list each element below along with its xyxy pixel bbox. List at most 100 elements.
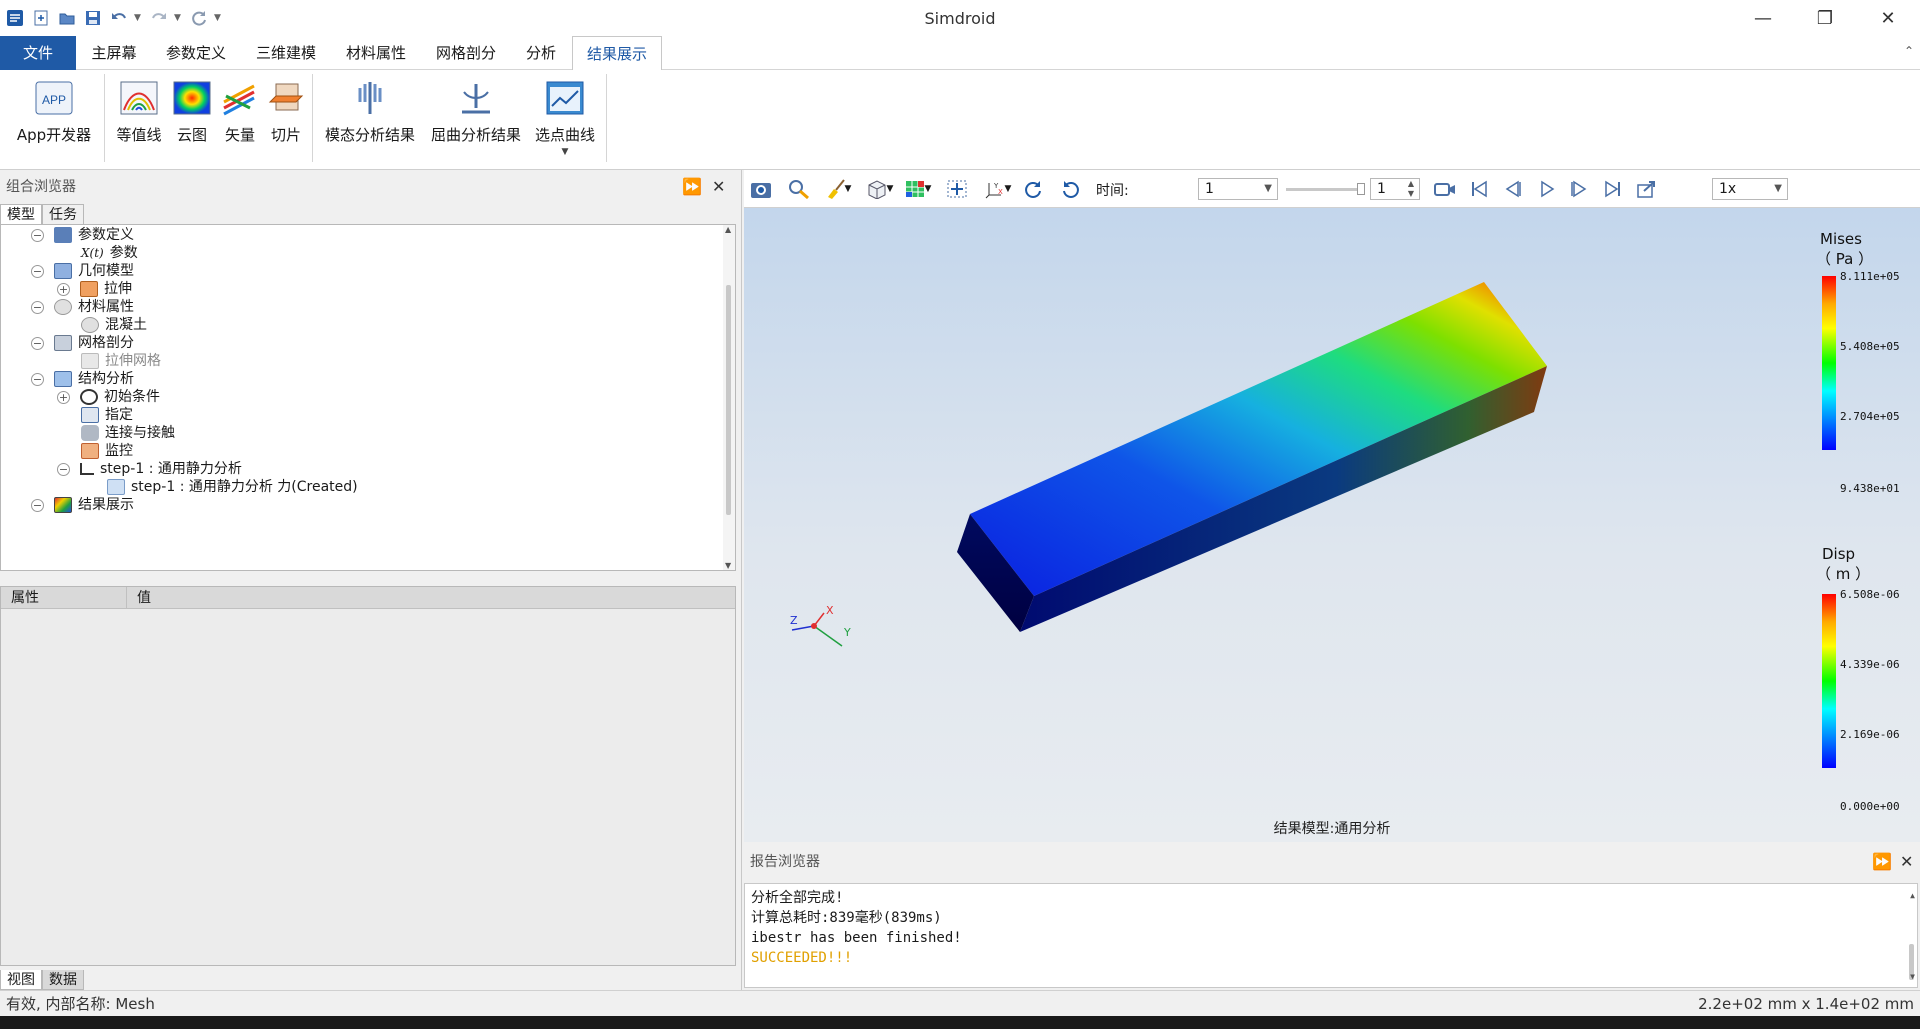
point-curve-dropdown-icon[interactable]: ▼ — [532, 147, 598, 157]
collapse-ribbon-icon[interactable]: ⌃ — [1904, 44, 1914, 58]
parameters-group-icon — [54, 227, 72, 243]
export-icon[interactable] — [1634, 177, 1660, 201]
refresh-icon[interactable] — [188, 7, 210, 29]
record-video-icon[interactable] — [1432, 177, 1458, 201]
collapse-icon[interactable]: − — [31, 264, 44, 278]
tab-home[interactable]: 主屏幕 — [80, 36, 148, 70]
tab-material[interactable]: 材料属性 — [336, 36, 416, 70]
open-folder-icon[interactable] — [56, 7, 78, 29]
viewer-toolbar: ▼ ▼ ▼ YX ▼ 时间: 1 ▼ 1 ▲ ▼ 1x ▼ — [744, 170, 1920, 208]
app-window: ▼ ▼ ▼ Simdroid — ❐ ✕ 文件 主屏幕 参数定义 三维建模 材料… — [0, 0, 1920, 1029]
log-line: ibestr has been finished! — [751, 930, 962, 946]
app-logo-icon[interactable] — [4, 7, 26, 29]
slice-button[interactable]: 切片 — [264, 78, 308, 145]
app-developer-button[interactable]: APP App开发器 — [12, 78, 96, 145]
value-column-header[interactable]: 值 — [127, 587, 735, 608]
tree-item-step-1-force[interactable]: step-1 : 通用静力分析 力(Created) — [107, 476, 358, 498]
tab-task[interactable]: 任务 — [42, 204, 84, 224]
collapse-icon[interactable]: − — [31, 228, 44, 242]
minimize-icon[interactable]: — — [1733, 0, 1793, 36]
scroll-down-icon[interactable]: ▼ — [1910, 967, 1915, 987]
buckling-results-button[interactable]: 屈曲分析结果 — [426, 78, 526, 145]
screenshot-icon[interactable] — [748, 177, 774, 201]
expand-icon[interactable]: + — [57, 390, 70, 404]
axis-triad: Z Y X — [790, 604, 851, 647]
time-select[interactable]: 1 ▼ — [1198, 178, 1278, 200]
speed-select[interactable]: 1x ▼ — [1712, 178, 1788, 200]
last-frame-icon[interactable] — [1600, 177, 1626, 201]
prev-frame-icon[interactable] — [1500, 177, 1526, 201]
zoom-icon[interactable] — [786, 177, 812, 201]
ribbon-separator — [312, 74, 313, 162]
next-frame-icon[interactable] — [1566, 177, 1592, 201]
save-icon[interactable] — [82, 7, 104, 29]
results-icon — [54, 497, 72, 513]
tab-file[interactable]: 文件 — [0, 36, 76, 70]
collapse-icon[interactable]: − — [31, 300, 44, 314]
rotate-ccw-icon[interactable] — [1058, 177, 1084, 201]
contour-button[interactable]: 等值线 — [112, 78, 166, 145]
time-spinbox[interactable]: 1 ▲ ▼ — [1370, 178, 1420, 200]
first-frame-icon[interactable] — [1466, 177, 1492, 201]
modal-results-button[interactable]: 模态分析结果 — [320, 78, 420, 145]
scroll-up-icon[interactable]: ▲ — [725, 225, 731, 234]
model-tree: − 参数定义 X(t) 参数 − 几何模型 + 拉伸 − 材料属性 混凝土 − … — [0, 224, 736, 571]
expand-icon[interactable]: + — [57, 282, 70, 296]
point-curve-button[interactable]: 选点曲线 ▼ — [532, 78, 598, 157]
extrude-icon — [80, 281, 98, 297]
brush-dropdown-icon[interactable]: ▼ — [842, 177, 854, 201]
redo-icon[interactable] — [148, 7, 170, 29]
scroll-down-icon[interactable]: ▼ — [725, 561, 731, 570]
scroll-up-icon[interactable]: ▲ — [1910, 886, 1915, 906]
rotate-cw-icon[interactable] — [1020, 177, 1046, 201]
tab-view[interactable]: 视图 — [0, 970, 42, 990]
customize-dropdown-icon[interactable]: ▼ — [214, 13, 224, 23]
play-icon[interactable] — [1534, 177, 1560, 201]
collapse-icon[interactable]: − — [31, 498, 44, 512]
display-dropdown-icon[interactable]: ▼ — [922, 177, 934, 201]
redo-dropdown-icon[interactable]: ▼ — [174, 13, 184, 23]
vector-button[interactable]: 矢量 — [218, 78, 262, 145]
ribbon-panel: APP App开发器 等值线 云图 矢量 切片 模态分析结果 屈曲分析结果 选点… — [0, 70, 1920, 170]
close-panel-icon[interactable]: ✕ — [1900, 845, 1913, 879]
contour-icon — [119, 78, 159, 118]
tab-results[interactable]: 结果展示 — [572, 36, 662, 71]
status-left: 有效, 内部名称: Mesh — [6, 995, 155, 1013]
time-slider[interactable] — [1286, 183, 1365, 195]
scroll-thumb[interactable] — [726, 285, 731, 515]
tree-item-results[interactable]: − 结果展示 — [31, 494, 134, 516]
close-panel-icon[interactable]: ✕ — [712, 170, 725, 204]
dock-panel-icon[interactable]: ⏩ — [682, 170, 702, 204]
undo-icon[interactable] — [108, 7, 130, 29]
view-dropdown-icon[interactable]: ▼ — [884, 177, 896, 201]
browser-tabs: 模型 任务 — [0, 204, 84, 224]
tab-model[interactable]: 模型 — [0, 204, 42, 224]
undo-dropdown-icon[interactable]: ▼ — [134, 13, 144, 23]
tab-3d-modeling[interactable]: 三维建模 — [246, 36, 326, 70]
3d-viewport[interactable]: Z Y X Mises （ Pa ） 8.111e+05 5.408e+05 2… — [744, 208, 1920, 842]
restore-icon[interactable]: ❐ — [1795, 0, 1855, 36]
spinner-arrows-icon[interactable]: ▲ ▼ — [1408, 179, 1414, 199]
mises-legend-unit: （ Pa ） — [1816, 250, 1874, 268]
time-slider-handle[interactable] — [1357, 183, 1365, 195]
axis-y-label: Y — [843, 626, 851, 639]
combo-browser-title: 组合浏览器 — [6, 179, 76, 195]
fit-all-icon[interactable] — [944, 177, 970, 201]
property-column-header[interactable]: 属性 — [1, 587, 127, 608]
tab-data[interactable]: 数据 — [42, 970, 84, 990]
tab-parameters[interactable]: 参数定义 — [156, 36, 236, 70]
app-developer-label: App开发器 — [16, 126, 92, 144]
collapse-icon[interactable]: − — [57, 462, 70, 476]
cloud-map-button[interactable]: 云图 — [170, 78, 214, 145]
slice-icon — [266, 78, 306, 118]
new-file-icon[interactable] — [30, 7, 52, 29]
collapse-icon[interactable]: − — [31, 372, 44, 386]
axis-dropdown-icon[interactable]: ▼ — [1002, 177, 1014, 201]
close-icon[interactable]: ✕ — [1858, 0, 1918, 36]
disp-tick-max: 6.508e-06 — [1840, 588, 1900, 601]
collapse-icon[interactable]: − — [31, 336, 44, 350]
tree-scrollbar[interactable]: ▲ ▼ — [723, 225, 735, 570]
tab-mesh[interactable]: 网格剖分 — [426, 36, 506, 70]
dock-panel-icon[interactable]: ⏩ — [1872, 845, 1892, 879]
tab-analysis[interactable]: 分析 — [516, 36, 566, 70]
